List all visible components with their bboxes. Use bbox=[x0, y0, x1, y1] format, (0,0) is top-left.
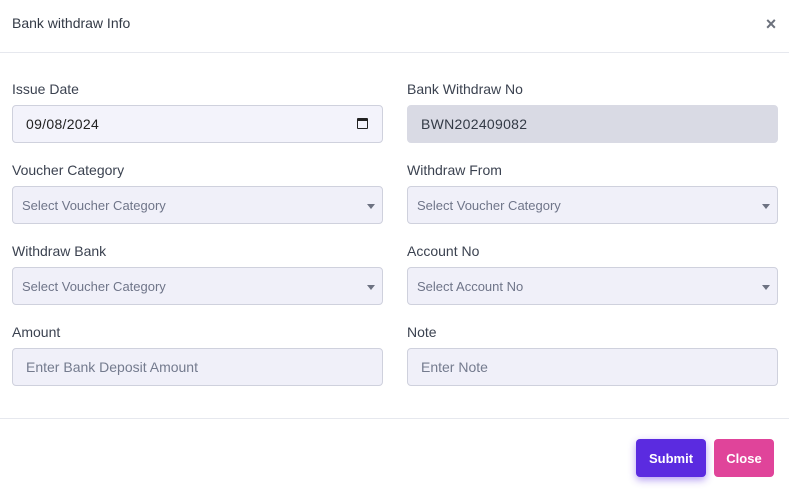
issue-date-label: Issue Date bbox=[12, 81, 79, 97]
issue-date-input[interactable]: 09/08/2024 bbox=[12, 105, 383, 143]
amount-input[interactable]: Enter Bank Deposit Amount bbox=[12, 348, 383, 386]
note-placeholder: Enter Note bbox=[421, 359, 488, 375]
account-no-select[interactable]: Select Account No bbox=[407, 267, 778, 305]
withdraw-bank-select[interactable]: Select Voucher Category bbox=[12, 267, 383, 305]
issue-date-value: 09/08/2024 bbox=[26, 116, 100, 132]
chevron-down-icon bbox=[367, 204, 375, 209]
chevron-down-icon bbox=[367, 285, 375, 290]
withdraw-bank-value: Select Voucher Category bbox=[22, 278, 166, 294]
voucher-category-value: Select Voucher Category bbox=[22, 197, 166, 213]
voucher-category-select[interactable]: Select Voucher Category bbox=[12, 186, 383, 224]
withdraw-no-value: BWN202409082 bbox=[421, 116, 528, 132]
account-no-label: Account No bbox=[407, 243, 480, 259]
withdraw-bank-label: Withdraw Bank bbox=[12, 243, 107, 259]
withdraw-no-label: Bank Withdraw No bbox=[407, 81, 523, 97]
chevron-down-icon bbox=[762, 285, 770, 290]
chevron-down-icon bbox=[762, 204, 770, 209]
note-input[interactable]: Enter Note bbox=[407, 348, 778, 386]
account-no-value: Select Account No bbox=[417, 278, 524, 294]
amount-label: Amount bbox=[12, 324, 61, 340]
close-button[interactable]: Close bbox=[714, 439, 774, 477]
amount-placeholder: Enter Bank Deposit Amount bbox=[26, 359, 198, 375]
submit-button[interactable]: Submit bbox=[636, 439, 706, 477]
withdraw-from-label: Withdraw From bbox=[407, 162, 502, 178]
footer-divider bbox=[0, 418, 789, 419]
withdraw-from-value: Select Voucher Category bbox=[417, 197, 561, 213]
note-label: Note bbox=[407, 324, 437, 340]
voucher-category-label: Voucher Category bbox=[12, 162, 125, 178]
withdraw-no-field: BWN202409082 bbox=[407, 105, 778, 143]
modal-header: Bank withdraw Info × bbox=[0, 0, 789, 53]
bank-withdraw-modal: Bank withdraw Info × Issue Date 09/08/20… bbox=[0, 0, 789, 493]
modal-title: Bank withdraw Info bbox=[12, 15, 131, 31]
withdraw-from-select[interactable]: Select Voucher Category bbox=[407, 186, 778, 224]
calendar-icon[interactable] bbox=[357, 118, 368, 129]
close-icon[interactable]: × bbox=[763, 13, 779, 35]
